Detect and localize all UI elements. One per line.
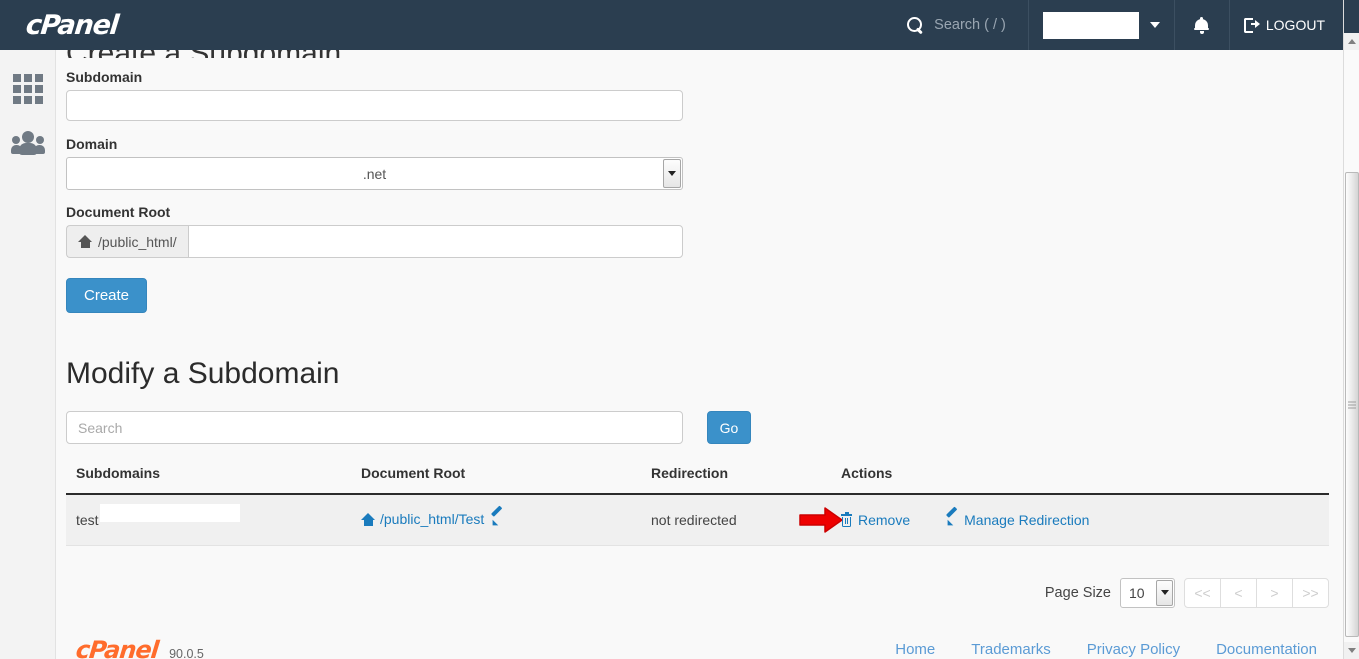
cell-document-root: /public_html/Test: [351, 494, 641, 546]
users-icon: [11, 130, 45, 156]
footer-link-privacy-policy[interactable]: Privacy Policy: [1087, 641, 1180, 658]
footer-branding: cPanel 90.0.5: [66, 636, 204, 659]
sign-out-icon: [1243, 17, 1260, 33]
domain-label: Domain: [66, 136, 118, 152]
manage-redirection-label: Manage Redirection: [964, 511, 1090, 528]
table-row: test /public_html/Test not redirected Re…: [66, 494, 1329, 546]
scrollbar-up-button[interactable]: [1344, 33, 1359, 50]
main-content: Create a Subdomain Subdomain Domain .net…: [56, 50, 1343, 659]
cell-subdomain: test: [66, 494, 351, 546]
bell-icon: [1194, 16, 1210, 34]
sidebar: [0, 50, 56, 659]
home-icon: [361, 512, 375, 526]
cpanel-logo-text: cPanel: [24, 9, 120, 41]
search-icon: [907, 16, 924, 34]
user-menu[interactable]: [1029, 0, 1174, 50]
column-header-redirection[interactable]: Redirection: [641, 465, 831, 495]
subdomain-label: Subdomain: [66, 69, 143, 85]
sidebar-item-user-manager[interactable]: [0, 116, 56, 170]
page-next-button[interactable]: >: [1256, 577, 1293, 608]
column-header-actions: Actions: [831, 465, 1329, 495]
chevron-up-icon: [1348, 39, 1356, 44]
footer-logo[interactable]: cPanel: [75, 636, 160, 659]
footer-link-documentation[interactable]: Documentation: [1216, 641, 1317, 658]
logout-label: LOGOUT: [1265, 17, 1325, 33]
notifications-button[interactable]: [1175, 0, 1229, 50]
remove-label: Remove: [858, 511, 911, 528]
pagination: Page Size 10 << < > >>: [66, 577, 1329, 608]
document-root-group: /public_html/: [66, 225, 683, 258]
column-header-subdomains[interactable]: Subdomains: [66, 465, 351, 495]
manage-redirection-link[interactable]: Manage Redirection: [944, 506, 1090, 529]
subdomains-table: Subdomains Document Root Redirection Act…: [66, 465, 1329, 546]
page-last-button[interactable]: >>: [1292, 577, 1329, 608]
top-bar: cPanel Search ( / ) LOGOUT: [0, 0, 1343, 50]
document-root-path[interactable]: /public_html/Test: [380, 511, 484, 527]
footer: cPanel 90.0.5 Home Trademarks Privacy Po…: [66, 636, 1329, 659]
document-root-prefix-text: /public_html/: [98, 233, 177, 250]
domain-select[interactable]: .net: [66, 157, 683, 190]
global-search[interactable]: Search ( / ): [895, 0, 1028, 50]
scrollbar-top-cap: [1344, 0, 1359, 33]
subdomain-name-text: test: [76, 511, 99, 528]
scrollbar-down-button[interactable]: [1344, 642, 1359, 659]
domain-select-value: .net: [362, 165, 387, 182]
column-header-document-root[interactable]: Document Root: [351, 465, 641, 495]
subdomain-domain-redacted: [100, 503, 240, 522]
cpanel-logo[interactable]: cPanel: [0, 0, 206, 50]
page-scrollbar[interactable]: [1343, 0, 1359, 659]
footer-version: 90.0.5: [169, 646, 204, 659]
table-header-row: Subdomains Document Root Redirection Act…: [66, 465, 1329, 495]
pagination-buttons: << < > >>: [1184, 577, 1329, 608]
modify-section-title: Modify a Subdomain: [66, 357, 340, 390]
cell-actions: Remove Manage Redirection: [799, 494, 1329, 546]
document-root-prefix: /public_html/: [66, 225, 188, 258]
page-size-label: Page Size: [1044, 584, 1111, 601]
page-first-button[interactable]: <<: [1184, 577, 1221, 608]
domain-select-caret[interactable]: [663, 159, 681, 188]
trash-icon: [841, 511, 852, 527]
create-button[interactable]: Create: [66, 278, 148, 313]
subdomain-input[interactable]: [66, 90, 683, 121]
page-prev-button[interactable]: <: [1220, 577, 1257, 608]
document-root-label: Document Root: [66, 204, 171, 220]
pencil-icon[interactable]: [489, 505, 503, 528]
search-go-button[interactable]: Go: [707, 411, 751, 444]
grid-icon: [13, 74, 43, 104]
document-root-link[interactable]: /public_html/Test: [361, 505, 503, 528]
footer-link-trademarks[interactable]: Trademarks: [971, 641, 1050, 658]
domain-redacted: [68, 159, 298, 188]
remove-link[interactable]: Remove: [841, 511, 911, 528]
document-root-input[interactable]: [187, 225, 683, 258]
page-title: Create a Subdomain: [66, 50, 1343, 58]
logout-button[interactable]: LOGOUT: [1230, 0, 1343, 50]
chevron-down-icon[interactable]: [1149, 22, 1160, 28]
footer-links: Home Trademarks Privacy Policy Documenta…: [895, 641, 1329, 658]
chevron-down-icon: [1348, 648, 1356, 653]
sidebar-item-apps[interactable]: [0, 62, 56, 116]
pencil-icon: [944, 506, 958, 529]
cpanel-page: cPanel Search ( / ) LOGOUT Subdomain Dom…: [0, 0, 1359, 659]
page-size-value: 10: [1129, 584, 1145, 601]
scrollbar-grip: [1348, 399, 1356, 410]
subdomain-name: test: [76, 503, 240, 528]
page-size-select[interactable]: 10: [1120, 577, 1175, 608]
row-actions: Remove Manage Redirection: [799, 506, 1329, 533]
home-icon: [78, 235, 92, 248]
page-size-caret[interactable]: [1156, 579, 1173, 606]
scrollbar-thumb[interactable]: [1345, 172, 1359, 637]
username-redacted: [1042, 11, 1139, 39]
search-input[interactable]: Search ( / ): [934, 17, 1006, 33]
annotation-red-arrow: [799, 507, 843, 533]
subdomain-search-input[interactable]: [66, 411, 683, 444]
footer-link-home[interactable]: Home: [895, 641, 935, 658]
